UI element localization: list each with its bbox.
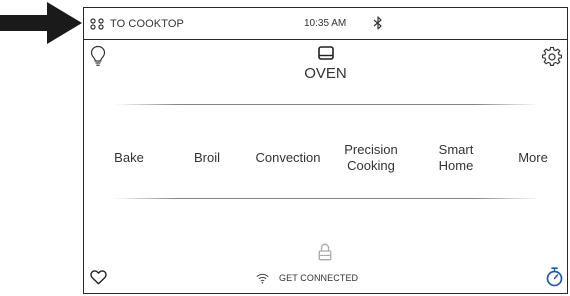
mode-more-button[interactable]: More xyxy=(498,128,568,188)
mode-broil-button[interactable]: Broil xyxy=(172,128,242,188)
cooking-modes: Bake Broil Convection Precision Cooking … xyxy=(84,128,567,188)
cooktop-burners-icon xyxy=(90,18,104,30)
lock-icon xyxy=(318,243,332,261)
oven-header: OVEN xyxy=(84,46,567,82)
clock-time: 10:35 AM xyxy=(304,18,347,29)
wifi-icon xyxy=(256,273,269,284)
get-connected-label: GET CONNECTED xyxy=(279,273,359,283)
bottom-divider xyxy=(114,198,539,199)
status-bar: TO COOKTOP 10:35 AM xyxy=(84,8,567,40)
to-cooktop-button[interactable]: TO COOKTOP xyxy=(90,17,184,31)
gear-icon[interactable] xyxy=(542,47,562,67)
oven-control-panel: TO COOKTOP 10:35 AM OVEN Bake Broil Conv… xyxy=(83,7,568,294)
bluetooth-icon xyxy=(373,16,382,30)
heart-icon[interactable] xyxy=(90,270,107,285)
get-connected-button[interactable]: GET CONNECTED xyxy=(256,271,358,285)
right-arrow-pointer-icon xyxy=(0,2,82,44)
oven-icon xyxy=(317,46,334,60)
top-divider xyxy=(114,104,539,105)
mode-convection-button[interactable]: Convection xyxy=(248,128,328,188)
mode-precision-cooking-button[interactable]: Precision Cooking xyxy=(330,128,412,188)
timer-icon[interactable] xyxy=(546,267,563,287)
page-title: OVEN xyxy=(304,65,347,82)
to-cooktop-label: TO COOKTOP xyxy=(110,18,184,30)
mode-smart-home-button[interactable]: Smart Home xyxy=(418,128,494,188)
mode-bake-button[interactable]: Bake xyxy=(94,128,164,188)
